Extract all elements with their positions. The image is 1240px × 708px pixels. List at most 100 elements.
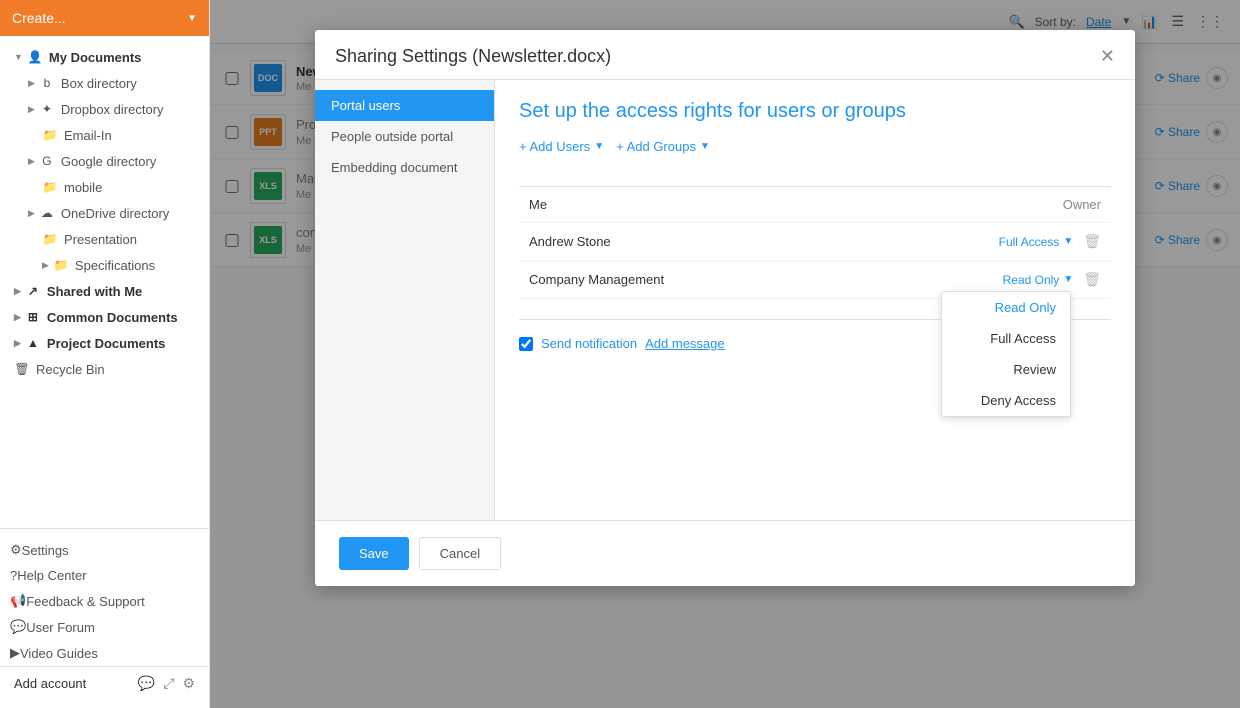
common-icon: ⊞: [25, 309, 41, 325]
sidebar-footer-bottom: Add account 💬 ⤢ ⚙: [0, 666, 209, 700]
sidebar-item-shared-with-me[interactable]: ▶ ↗ Shared with Me: [0, 278, 209, 304]
send-notification-checkbox[interactable]: [519, 337, 533, 351]
sidebar-item-user-forum[interactable]: 💬 User Forum: [0, 614, 209, 640]
col-access-header: [850, 170, 1111, 187]
sidebar-item-email-in[interactable]: 📁 Email-In: [0, 122, 209, 148]
sidebar-item-dropbox-directory[interactable]: ▶ ✦ Dropbox directory: [0, 96, 209, 122]
create-arrow-icon: ▼: [187, 13, 197, 24]
google-icon: G: [39, 153, 55, 169]
user-name-company: Company Management: [519, 261, 850, 299]
footer-icons: 💬 ⤢ ⚙: [138, 675, 195, 692]
expand-icon: ▶: [28, 104, 35, 115]
add-message-link[interactable]: Add message: [645, 336, 725, 351]
sidebar-nav: ▼ 👤 My Documents ▶ b Box directory ▶ ✦ D…: [0, 36, 209, 528]
expand-icon: ▶: [28, 78, 35, 89]
sidebar: Create... ▼ ▼ 👤 My Documents ▶ b Box dir…: [0, 0, 210, 708]
expand-icon[interactable]: ⤢: [163, 675, 174, 692]
plus-groups-icon: + Add Groups: [616, 139, 696, 154]
modal-main: Set up the access rights for users or gr…: [495, 80, 1135, 520]
box-icon: b: [39, 75, 55, 91]
user-name-andrew: Andrew Stone: [519, 223, 850, 261]
sharing-table: Me Owner Andrew Stone: [519, 170, 1111, 299]
send-notification-label: Send notification: [541, 336, 637, 351]
sidebar-item-help-center[interactable]: ? Help Center: [0, 563, 209, 588]
sidebar-item-feedback-support[interactable]: 📢 Feedback & Support: [0, 588, 209, 614]
dropdown-read-only[interactable]: Read Only: [942, 292, 1070, 323]
sidebar-item-onedrive-directory[interactable]: ▶ ☁ OneDrive directory: [0, 200, 209, 226]
add-buttons-row: + Add Users ▼ + Add Groups ▼: [519, 139, 1111, 154]
expand-icon: ▶: [28, 208, 35, 219]
folder-icon: 📁: [42, 231, 58, 247]
modal-title: Sharing Settings (Newsletter.docx): [335, 46, 611, 67]
add-users-button[interactable]: + Add Users ▼: [519, 139, 604, 154]
delete-andrew-button[interactable]: 🗑: [1083, 233, 1101, 250]
modal-nav-portal-users[interactable]: Portal users: [315, 90, 494, 121]
modal-nav-embedding[interactable]: Embedding document: [315, 152, 494, 183]
access-company: Read Only ▼ 🗑 Read Only Full Access: [850, 261, 1111, 299]
sharing-settings-modal: Sharing Settings (Newsletter.docx) ✕ Por…: [315, 30, 1135, 586]
sidebar-item-settings[interactable]: ⚙ Settings: [0, 537, 209, 563]
cancel-button[interactable]: Cancel: [419, 537, 501, 570]
delete-company-button[interactable]: 🗑: [1083, 271, 1101, 288]
modal-nav-people-outside[interactable]: People outside portal: [315, 121, 494, 152]
sidebar-item-google-directory[interactable]: ▶ G Google directory: [0, 148, 209, 174]
sidebar-footer: ⚙ Settings ? Help Center 📢 Feedback & Su…: [0, 528, 209, 708]
trash-icon: 🗑: [14, 361, 30, 377]
expand-icon: ▶: [14, 312, 21, 323]
modal-close-button[interactable]: ✕: [1100, 46, 1115, 67]
access-me: Owner: [850, 187, 1111, 223]
dropdown-deny-access[interactable]: Deny Access: [942, 385, 1070, 416]
project-icon: ▲: [25, 335, 41, 351]
sidebar-item-box-directory[interactable]: ▶ b Box directory: [0, 70, 209, 96]
create-button[interactable]: Create... ▼: [0, 0, 209, 36]
expand-icon: ▶: [14, 286, 21, 297]
add-groups-button[interactable]: + Add Groups ▼: [616, 139, 710, 154]
modal-overlay: Sharing Settings (Newsletter.docx) ✕ Por…: [210, 0, 1240, 708]
dropdown-review[interactable]: Review: [942, 354, 1070, 385]
sharing-row-me: Me Owner: [519, 187, 1111, 223]
sidebar-item-my-documents[interactable]: ▼ 👤 My Documents: [0, 44, 209, 70]
sharing-row-company: Company Management Read Only ▼ 🗑: [519, 261, 1111, 299]
onedrive-icon: ☁: [39, 205, 55, 221]
sharing-row-andrew: Andrew Stone Full Access ▼ 🗑: [519, 223, 1111, 261]
sidebar-item-mobile[interactable]: 📁 mobile: [0, 174, 209, 200]
chevron-down-icon: ▼: [1063, 236, 1073, 247]
chevron-down-icon: ▼: [700, 141, 710, 152]
plus-users-icon: + Add Users: [519, 139, 590, 154]
expand-icon: ▶: [42, 260, 49, 271]
save-button[interactable]: Save: [339, 537, 409, 570]
folder-icon: 📁: [53, 257, 69, 273]
modal-header: Sharing Settings (Newsletter.docx) ✕: [315, 30, 1135, 80]
dropbox-icon: ✦: [39, 101, 55, 117]
expand-icon: ▶: [14, 338, 21, 349]
access-dropdown: Read Only Full Access Review Deny Access: [941, 291, 1071, 417]
access-select-andrew[interactable]: Full Access ▼: [999, 235, 1074, 249]
sidebar-item-specifications[interactable]: ▶ 📁 Specifications: [0, 252, 209, 278]
megaphone-icon: 📢: [10, 593, 26, 609]
add-account-label: Add account: [14, 676, 86, 691]
chat-bubble-icon[interactable]: 💬: [138, 675, 155, 692]
modal-heading: Set up the access rights for users or gr…: [519, 100, 1111, 123]
share-icon: ↗: [25, 283, 41, 299]
chevron-down-icon: ▼: [1063, 274, 1073, 285]
sidebar-item-common-documents[interactable]: ▶ ⊞ Common Documents: [0, 304, 209, 330]
expand-icon: ▶: [28, 156, 35, 167]
user-name-me: Me: [519, 187, 850, 223]
dropdown-full-access[interactable]: Full Access: [942, 323, 1070, 354]
user-icon: 👤: [27, 49, 43, 65]
settings-icon[interactable]: ⚙: [182, 675, 195, 692]
question-icon: ?: [10, 568, 17, 583]
access-select-company[interactable]: Read Only ▼: [1003, 273, 1074, 287]
col-name-header: [519, 170, 850, 187]
sidebar-item-video-guides[interactable]: ▶ Video Guides: [0, 640, 209, 666]
modal-body: Portal users People outside portal Embed…: [315, 80, 1135, 520]
main-content: 🔍 Sort by: Date ▼ 📊 ☰ ⋮⋮ DOC Newsletter.…: [210, 0, 1240, 708]
sidebar-item-presentation[interactable]: 📁 Presentation: [0, 226, 209, 252]
modal-footer: Save Cancel: [315, 520, 1135, 586]
chevron-down-icon: ▼: [594, 141, 604, 152]
video-icon: ▶: [10, 645, 20, 661]
sidebar-item-project-documents[interactable]: ▶ ▲ Project Documents: [0, 330, 209, 356]
expand-icon: ▼: [14, 52, 23, 62]
folder-icon: 📁: [42, 127, 58, 143]
sidebar-item-recycle-bin[interactable]: 🗑 Recycle Bin: [0, 356, 209, 382]
